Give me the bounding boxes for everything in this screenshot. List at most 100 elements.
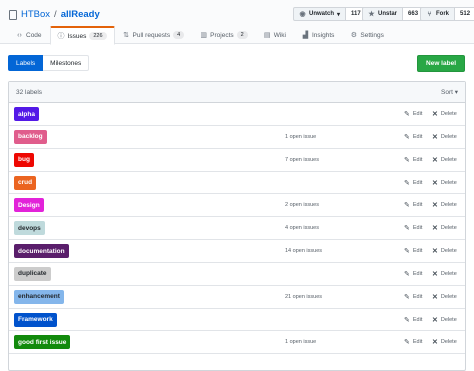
edit-label-button[interactable]: ✎ Edit (404, 179, 422, 187)
delete-label-button[interactable]: ✕ Delete (432, 338, 457, 346)
open-issues-link[interactable]: 14 open issues (285, 248, 322, 254)
label-badge[interactable]: Framework (14, 312, 57, 327)
repo-tabs: ‹› Code ⓘ Issues 226 ⇅ Pull requests 4 ▥… (8, 26, 392, 45)
close-icon: ✕ (432, 293, 438, 301)
unstar-button[interactable]: ★ Unstar (362, 7, 404, 21)
tab-pull-requests-count: 4 (173, 31, 185, 39)
edit-label: Edit (412, 316, 423, 323)
forks-count[interactable]: 512 (455, 7, 474, 21)
pencil-icon: ✎ (404, 339, 410, 347)
tab-code[interactable]: ‹› Code (8, 26, 50, 44)
repo-title: HTBox / allReady (9, 9, 100, 20)
chevron-down-icon: ▾ (454, 89, 458, 96)
repo-owner-link[interactable]: HTBox (21, 9, 50, 20)
fork-button[interactable]: ⑂ Fork (420, 7, 456, 21)
close-icon: ✕ (432, 248, 438, 256)
unstar-group: ★ Unstar 663 (362, 7, 425, 21)
delete-label-button[interactable]: ✕ Delete (432, 179, 457, 187)
tab-issues[interactable]: ⓘ Issues 226 (49, 26, 115, 45)
eye-icon: ◉ (299, 10, 306, 18)
delete-label-button[interactable]: ✕ Delete (432, 270, 457, 278)
graph-icon: ▟ (302, 31, 309, 39)
repo-name-link[interactable]: allReady (61, 9, 100, 20)
edit-label-button[interactable]: ✎ Edit (404, 247, 422, 255)
label-row: duplicate ✎ Edit ✕ Delete (9, 263, 465, 286)
tab-insights-label: Insights (312, 31, 335, 39)
edit-label: Edit (412, 293, 423, 300)
tab-code-label: Code (26, 31, 42, 39)
open-issues-link[interactable]: 4 open issues (285, 225, 319, 231)
open-issues-link[interactable]: 2 open issues (285, 202, 319, 208)
unwatch-button[interactable]: ◉ Unwatch ▾ (293, 7, 347, 21)
close-icon: ✕ (432, 111, 438, 118)
label-badge[interactable]: alpha (14, 107, 39, 121)
edit-label-button[interactable]: ✎ Edit (404, 293, 422, 301)
delete-label-button[interactable]: ✕ Delete (432, 247, 457, 255)
milestones-subnav-button[interactable]: Milestones (43, 55, 90, 71)
edit-label: Edit (412, 270, 423, 277)
labels-milestones-switch: Labels Milestones (8, 55, 90, 71)
label-badge[interactable]: documentation (14, 244, 69, 259)
delete-label-button[interactable]: ✕ Delete (432, 110, 457, 118)
tab-settings[interactable]: ⚙ Settings (342, 26, 392, 44)
labels-list-header: 32 labels Sort ▾ (9, 82, 465, 103)
label-row: bug 7 open issues ✎ Edit ✕ Delete (9, 149, 465, 172)
edit-label: Edit (412, 248, 423, 255)
edit-label-button[interactable]: ✎ Edit (404, 338, 422, 346)
delete-label-button[interactable]: ✕ Delete (432, 156, 457, 164)
open-issues-link[interactable]: 1 open issue (285, 134, 316, 140)
book-icon: ▤ (263, 31, 271, 39)
edit-label-button[interactable]: ✎ Edit (404, 201, 422, 209)
edit-label: Edit (412, 179, 423, 186)
open-issues-link[interactable]: 21 open issues (285, 294, 322, 300)
label-row: alpha ✎ Edit ✕ Delete (9, 103, 465, 126)
label-badge[interactable]: crud (14, 175, 37, 190)
label-badge[interactable]: backlog (14, 129, 47, 144)
label-badge[interactable]: good first issue (14, 335, 71, 350)
pencil-icon: ✎ (404, 293, 410, 301)
delete-label-button[interactable]: ✕ Delete (432, 133, 457, 141)
label-badge[interactable]: enhancement (14, 289, 64, 304)
delete-label-button[interactable]: ✕ Delete (432, 224, 457, 232)
label-badge[interactable]: bug (14, 152, 34, 167)
edit-label-button[interactable]: ✎ Edit (404, 110, 422, 118)
pencil-icon: ✎ (404, 316, 410, 324)
label-row: backlog 1 open issue ✎ Edit ✕ Delete (9, 126, 465, 149)
labels-count: 32 labels (16, 88, 43, 96)
label-badge[interactable]: devops (14, 221, 45, 236)
delete-label-button[interactable]: ✕ Delete (432, 201, 457, 209)
open-issues-link[interactable]: 1 open issue (285, 339, 316, 345)
edit-label-button[interactable]: ✎ Edit (404, 224, 422, 232)
open-issues-link[interactable]: 7 open issues (285, 157, 319, 163)
pencil-icon: ✎ (404, 111, 410, 118)
delete-label: Delete (440, 111, 457, 117)
pencil-icon: ✎ (404, 133, 410, 141)
edit-label-button[interactable]: ✎ Edit (404, 270, 422, 278)
label-row: good first issue 1 open issue ✎ Edit ✕ Delete (9, 331, 465, 355)
tab-insights[interactable]: ▟ Insights (294, 26, 342, 44)
edit-label: Edit (412, 225, 423, 232)
pencil-icon: ✎ (404, 248, 410, 256)
tab-wiki[interactable]: ▤ Wiki (256, 26, 294, 44)
tab-projects[interactable]: ▥ Projects 2 (192, 26, 256, 44)
delete-label-button[interactable]: ✕ Delete (432, 293, 457, 301)
tab-projects-label: Projects (210, 31, 234, 39)
repo-separator: / (54, 9, 57, 20)
chevron-down-icon: ▾ (337, 11, 341, 18)
delete-label: Delete (440, 225, 457, 232)
delete-label-button[interactable]: ✕ Delete (432, 316, 457, 324)
label-badge[interactable]: Design (14, 198, 44, 213)
pencil-icon: ✎ (404, 270, 410, 278)
edit-label-button[interactable]: ✎ Edit (404, 133, 422, 141)
sort-dropdown[interactable]: Sort ▾ (441, 88, 458, 96)
edit-label-button[interactable]: ✎ Edit (404, 156, 422, 164)
edit-label-button[interactable]: ✎ Edit (404, 316, 422, 324)
tab-pull-requests[interactable]: ⇅ Pull requests 4 (115, 26, 193, 44)
new-label-button[interactable]: New label (417, 55, 465, 72)
delete-label: Delete (440, 179, 457, 186)
label-badge[interactable]: duplicate (14, 266, 51, 281)
edit-label: Edit (412, 156, 423, 163)
label-row: crud ✎ Edit ✕ Delete (9, 172, 465, 195)
labels-subnav-button[interactable]: Labels (8, 55, 44, 71)
unstar-label: Unstar (378, 11, 398, 17)
